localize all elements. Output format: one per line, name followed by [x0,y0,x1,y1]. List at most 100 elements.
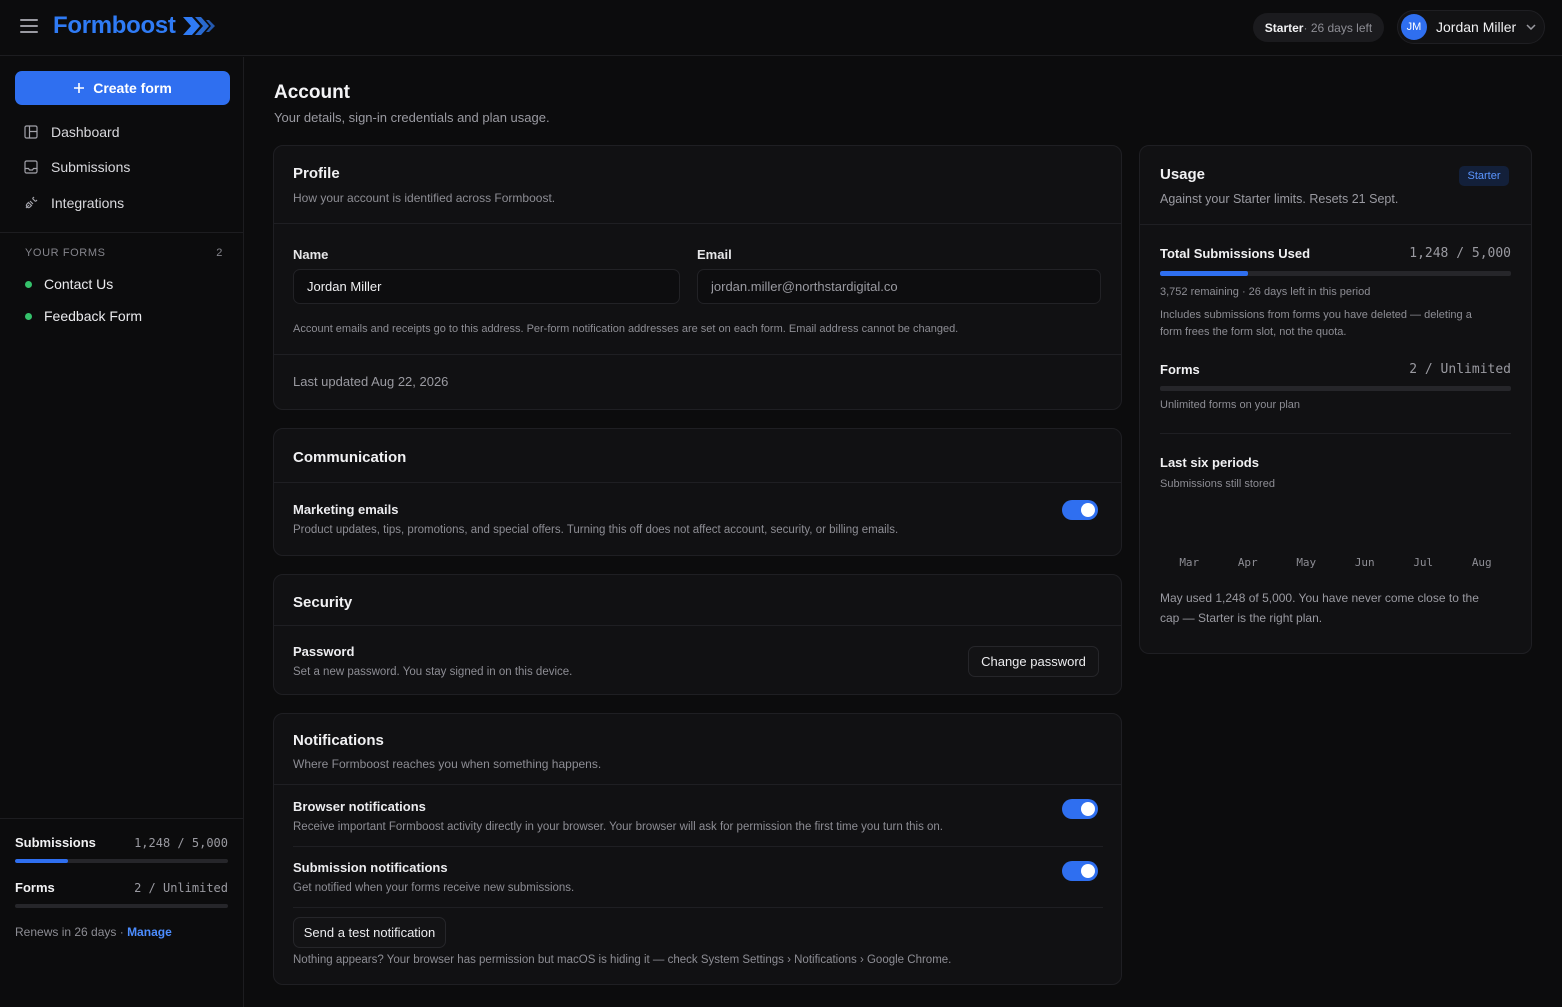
divider [274,784,1121,785]
page-subtitle: Your details, sign-in credentials and pl… [274,110,550,125]
total-submissions-label: Total Submissions Used [1160,246,1311,261]
page-title: Account [274,82,350,103]
notifications-subtitle: Where Formboost reaches you when somethi… [293,757,602,771]
change-password-button[interactable]: Change password [968,646,1099,677]
name-input[interactable] [293,269,680,304]
divider [274,223,1121,224]
submissions-stat-label: Submissions [15,835,96,850]
includes-note: Includes submissions from forms you have… [1160,309,1472,338]
avatar: JM [1401,14,1427,40]
form-item-contact-us[interactable]: Contact Us [25,276,113,292]
plan-name: Starter [1264,20,1304,35]
sidebar-item-label: Integrations [51,195,125,211]
total-submissions-row: Total Submissions Used 1,248 / 5,000 [1160,246,1511,261]
forms-usage-row: Forms 2 / Unlimited [1160,362,1511,377]
form-name: Feedback Form [44,308,143,324]
submissions-stat: Submissions 1,248 / 5,000 [15,835,228,850]
divider [293,846,1103,847]
periods-title: Last six periods [1160,455,1259,470]
plus-icon [74,83,85,93]
your-forms-label: YOUR FORMS [25,247,106,259]
divider [1160,433,1511,434]
top-bar: Formboost Starter · 26 days left JM Jord… [0,0,1562,56]
create-form-label: Create form [93,80,172,96]
notifications-title: Notifications [293,732,384,749]
forms-usage-label: Forms [1160,362,1200,377]
periods-header: Last six periods [1160,455,1511,470]
toggle-knob [1081,864,1095,878]
email-field [697,269,1101,304]
forms-stat: Forms 2 / Unlimited [15,880,228,895]
browser-notifications-description: Receive important Formboost activity dir… [293,821,943,833]
form-item-feedback-form[interactable]: Feedback Form [25,308,142,324]
divider [274,354,1121,355]
sidebar-item-submissions[interactable]: Submissions [24,155,130,179]
plan-status-pill[interactable]: Starter · 26 days left [1253,13,1384,42]
user-menu-button[interactable]: JM Jordan Miller [1397,10,1545,44]
divider [0,818,244,819]
forms-stat-label: Forms [15,880,55,895]
menu-icon[interactable] [20,19,38,35]
renews-text: Renews in 26 days · [15,925,128,939]
periods-subtitle: Submissions still stored [1160,478,1275,490]
marketing-title: Marketing emails [293,502,399,517]
month-label-aug: Aug [1471,556,1492,569]
communication-card: Communication Marketing emails Product u… [273,428,1122,556]
brand-logo[interactable]: Formboost [53,12,216,40]
month-label-mar: Mar [1179,556,1200,569]
usage-title: Usage [1160,166,1206,183]
periods-chart-axis: Mar Apr May Jun Jul Aug [1160,556,1511,570]
month-label-jul: Jul [1413,556,1434,569]
divider [274,625,1121,626]
divider [0,232,244,233]
submission-notifications-toggle[interactable] [1062,861,1098,881]
send-test-notification-button[interactable]: Send a test notification [293,917,446,948]
usage-footer: May used 1,248 of 5,000. You have never … [1160,591,1479,625]
forms-usage-progress [1160,386,1511,391]
password-description: Set a new password. You stay signed in o… [293,666,573,678]
status-dot [25,280,32,288]
sidebar: Create form Dashboard Submissions Integr… [0,57,244,1007]
remaining-text: 3,752 remaining · 26 days left in this p… [1160,286,1371,298]
sidebar-item-integrations[interactable]: Integrations [24,191,124,215]
name-label: Name [293,247,329,262]
email-label: Email [697,247,732,262]
total-submissions-value: 1,248 / 5,000 [1409,246,1511,261]
plug-icon [25,196,38,209]
status-dot [25,312,32,320]
profile-card: Profile How your account is identified a… [273,145,1122,410]
forms-usage-note: Unlimited forms on your plan [1160,399,1301,411]
notifications-help: Nothing appears? Your browser has permis… [293,954,952,966]
manage-link[interactable]: Manage [127,925,172,939]
month-label-apr: Apr [1237,556,1258,569]
marketing-description: Product updates, tips, promotions, and s… [293,524,899,536]
divider [293,907,1103,908]
browser-notifications-toggle[interactable] [1062,799,1098,819]
your-forms-header: YOUR FORMS 2 [25,247,223,259]
total-submissions-progress-fill [1160,271,1248,276]
sidebar-item-label: Dashboard [51,124,120,140]
user-name: Jordan Miller [1436,19,1517,35]
total-submissions-progress [1160,271,1511,276]
marketing-toggle[interactable] [1062,500,1098,520]
dashboard-icon [24,125,38,139]
submissions-stat-value: 1,248 / 5,000 [134,835,228,850]
month-label-may: May [1296,556,1317,569]
chevron-down-icon [1526,24,1536,30]
submission-notifications-description: Get notified when your forms receive new… [293,882,575,894]
usage-subtitle: Against your Starter limits. Resets 21 S… [1160,192,1399,206]
create-form-button[interactable]: Create form [15,71,230,105]
forms-usage-value: 2 / Unlimited [1409,362,1511,377]
sidebar-item-label: Submissions [51,159,131,175]
brand-chevrons-icon [182,17,215,35]
browser-notifications-title: Browser notifications [293,799,426,814]
your-forms-count: 2 [216,247,223,259]
password-title: Password [293,644,355,659]
submissions-progress-fill [15,859,69,863]
forms-stat-value: 2 / Unlimited [134,880,228,895]
divider [274,482,1121,483]
submissions-progress [15,859,228,863]
profile-title: Profile [293,165,340,182]
last-updated: Last updated Aug 22, 2026 [293,374,449,389]
sidebar-item-dashboard[interactable]: Dashboard [24,120,120,144]
